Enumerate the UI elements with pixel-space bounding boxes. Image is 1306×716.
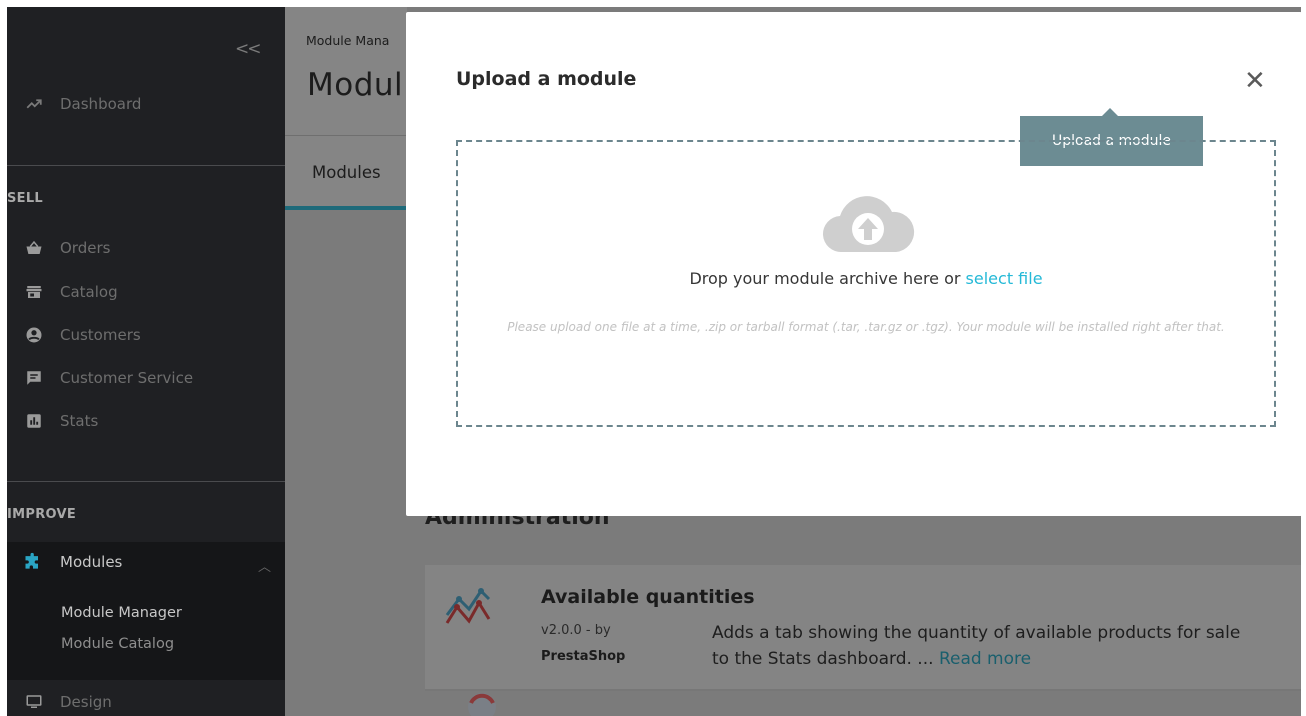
module-description: Adds a tab showing the quantity of avail… [712, 620, 1282, 672]
sidebar-item-label: Orders [60, 239, 111, 257]
section-title-improve: IMPROVE [7, 507, 77, 522]
header-divider [285, 135, 407, 136]
section-title-sell: SELL [7, 191, 44, 206]
cloud-upload-icon [822, 196, 915, 253]
sidebar-item-customers[interactable]: Customers [25, 326, 141, 344]
sidebar-collapse-button[interactable]: << [235, 39, 261, 59]
module-description-line1: Adds a tab showing the quantity of avail… [712, 623, 1241, 643]
close-icon[interactable]: ✕ [1244, 68, 1266, 94]
page-title: Modul [307, 67, 404, 103]
upload-module-modal: Upload a module ✕ Upload a module Drop y… [406, 12, 1301, 516]
sidebar-item-label: Dashboard [60, 95, 142, 113]
card-divider [425, 689, 1301, 691]
sidebar-item-label: Catalog [60, 283, 118, 301]
chevron-up-icon[interactable]: ︿ [258, 556, 271, 575]
puzzle-icon [25, 552, 38, 569]
app-frame: << Dashboard SELL Orders Catalog Custome… [7, 7, 1301, 716]
user-circle-icon [26, 327, 42, 343]
sidebar-item-modules[interactable]: Modules [23, 552, 122, 572]
sidebar-item-orders[interactable]: Orders [25, 239, 110, 257]
active-tab-indicator [285, 206, 407, 210]
drop-instructions: Drop your module archive here or select … [458, 269, 1274, 288]
sidebar-item-label: Modules [60, 553, 123, 571]
sidebar-item-label: Customers [60, 326, 141, 344]
sidebar-group-modules: Modules ︿ Module Manager Module Catalog [7, 542, 285, 680]
sidebar-item-label: Stats [60, 412, 99, 430]
modal-title: Upload a module [456, 68, 637, 90]
sidebar-divider [7, 165, 285, 166]
basket-icon [26, 240, 42, 254]
sidebar-item-label: Customer Service [60, 369, 194, 387]
sidebar-item-dashboard[interactable]: Dashboard [25, 95, 141, 113]
sidebar-item-customer-service[interactable]: Customer Service [25, 369, 193, 387]
chat-icon [27, 371, 41, 385]
sidebar-subitem-module-catalog[interactable]: Module Catalog [61, 636, 174, 652]
drop-text: Drop your module archive here or [689, 269, 966, 288]
sidebar-item-design[interactable]: Design [25, 693, 112, 711]
breadcrumb[interactable]: Module Mana [306, 33, 389, 48]
select-file-link[interactable]: select file [966, 269, 1043, 288]
sidebar-subitem-module-manager[interactable]: Module Manager [61, 605, 182, 621]
module-name[interactable]: Available quantities [541, 586, 755, 608]
sidebar-divider [7, 481, 285, 482]
trending-up-icon [26, 99, 42, 109]
file-dropzone[interactable]: Drop your module archive here or select … [456, 140, 1276, 427]
read-more-link[interactable]: Read more [939, 649, 1031, 669]
bar-chart-icon [27, 414, 41, 428]
module-version: v2.0.0 - by [541, 623, 611, 638]
module-card: Available quantities v2.0.0 - by PrestaS… [425, 565, 1301, 691]
page-header: Module Mana Modul Modules [285, 7, 407, 210]
line-chart-icon [445, 588, 491, 624]
module-logo-icon [468, 693, 496, 716]
store-icon [26, 286, 42, 298]
upload-hint: Please upload one file at a time, .zip o… [507, 320, 1225, 334]
sidebar: << Dashboard SELL Orders Catalog Custome… [7, 7, 285, 716]
tab-modules[interactable]: Modules [312, 163, 381, 182]
sidebar-item-label: Design [60, 693, 112, 711]
sidebar-item-stats[interactable]: Stats [25, 412, 98, 430]
module-author: PrestaShop [541, 649, 626, 664]
module-description-line2: to the Stats dashboard. ... [712, 649, 939, 669]
sidebar-item-catalog[interactable]: Catalog [25, 283, 118, 301]
monitor-icon [26, 695, 42, 708]
